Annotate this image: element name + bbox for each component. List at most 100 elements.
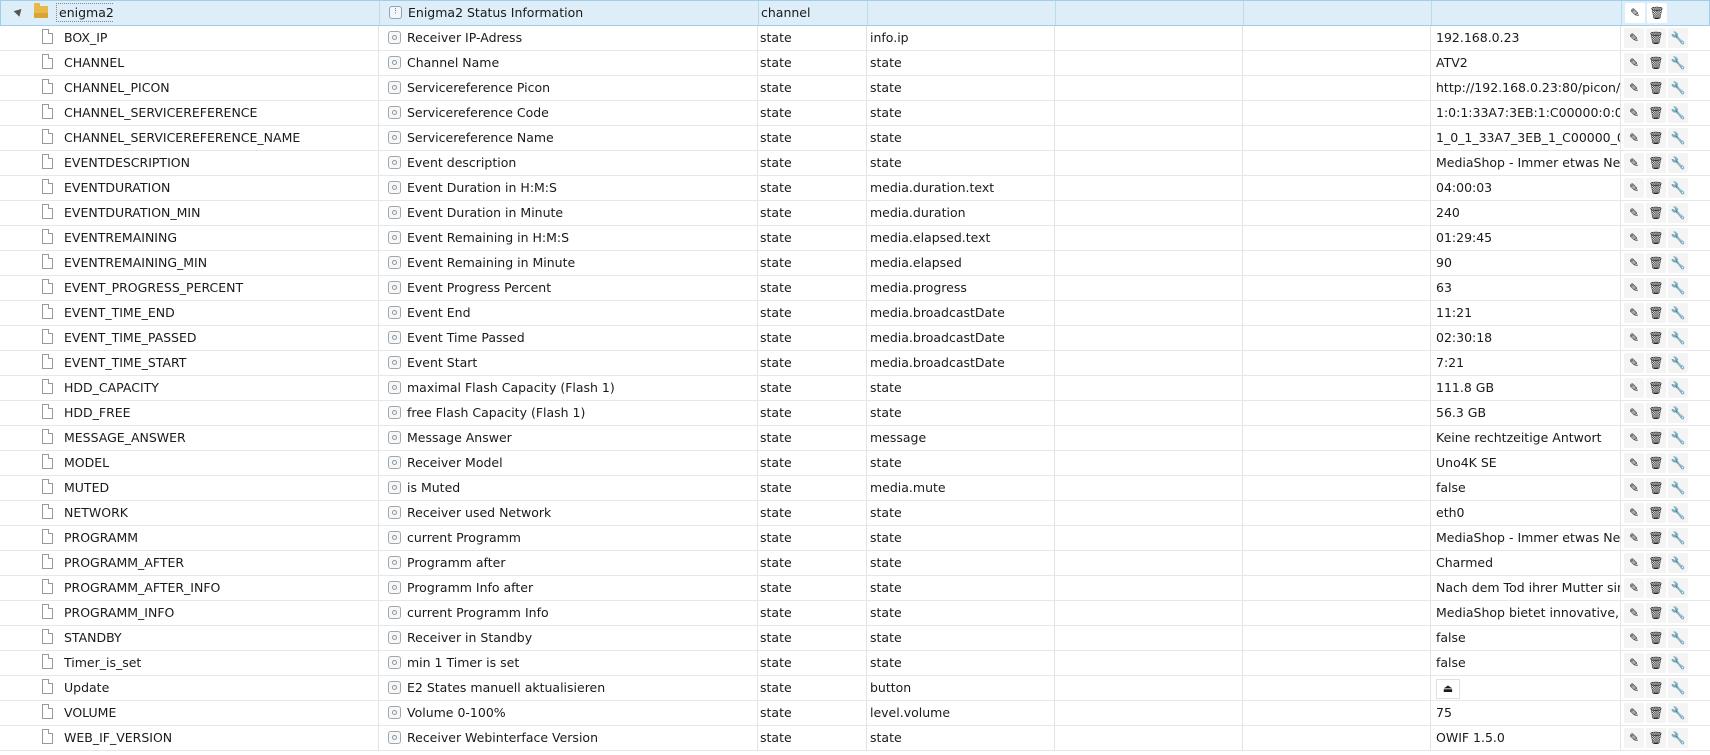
table-row[interactable]: Update E2 States manuell aktualisieren sta… bbox=[0, 676, 1710, 701]
object-id[interactable]: MUTED bbox=[64, 476, 376, 500]
delete-icon[interactable]: 🗑 bbox=[1646, 203, 1666, 223]
table-row[interactable]: EVENTDURATION_MIN Event Duration in Minut… bbox=[0, 201, 1710, 226]
edit-icon[interactable]: ✎ bbox=[1624, 303, 1644, 323]
edit-icon[interactable]: ✎ bbox=[1624, 153, 1644, 173]
channel-id[interactable]: enigma2 bbox=[56, 3, 113, 22]
edit-icon[interactable]: ✎ bbox=[1624, 53, 1644, 73]
edit-icon[interactable]: ✎ bbox=[1624, 453, 1644, 473]
edit-icon[interactable]: ✎ bbox=[1624, 603, 1644, 623]
table-row[interactable]: Timer_is_set min 1 Timer is set state state… bbox=[0, 651, 1710, 676]
table-row[interactable]: PROGRAMM current Programm state state MediaS… bbox=[0, 526, 1710, 551]
delete-icon[interactable]: 🗑 bbox=[1646, 253, 1666, 273]
edit-icon[interactable]: ✎ bbox=[1624, 703, 1644, 723]
settings-icon[interactable]: 🔧 bbox=[1668, 528, 1688, 548]
object-id[interactable]: MODEL bbox=[64, 451, 376, 475]
object-id[interactable]: PROGRAMM_AFTER bbox=[64, 551, 376, 575]
delete-icon[interactable]: 🗑 bbox=[1646, 728, 1666, 748]
object-id[interactable]: HDD_FREE bbox=[64, 401, 376, 425]
object-id[interactable]: BOX_IP bbox=[64, 26, 376, 50]
table-row[interactable]: MUTED is Muted state media.mute false ✎ 🗑 🔧 bbox=[0, 476, 1710, 501]
object-id[interactable]: STANDBY bbox=[64, 626, 376, 650]
object-id[interactable]: EVENTDESCRIPTION bbox=[64, 151, 376, 175]
table-row[interactable]: CHANNEL_PICON Servicereference Picon state… bbox=[0, 76, 1710, 101]
delete-icon[interactable]: 🗑 bbox=[1646, 278, 1666, 298]
settings-icon[interactable]: 🔧 bbox=[1668, 253, 1688, 273]
settings-icon[interactable]: 🔧 bbox=[1668, 78, 1688, 98]
edit-icon[interactable]: ✎ bbox=[1624, 203, 1644, 223]
settings-icon[interactable]: 🔧 bbox=[1668, 153, 1688, 173]
delete-icon[interactable]: 🗑 bbox=[1646, 78, 1666, 98]
edit-icon[interactable]: ✎ bbox=[1624, 28, 1644, 48]
delete-icon[interactable]: 🗑 bbox=[1647, 3, 1667, 23]
edit-icon[interactable]: ✎ bbox=[1624, 253, 1644, 273]
object-id[interactable]: Timer_is_set bbox=[64, 651, 376, 675]
delete-icon[interactable]: 🗑 bbox=[1646, 503, 1666, 523]
settings-icon[interactable]: 🔧 bbox=[1668, 403, 1688, 423]
edit-icon[interactable]: ✎ bbox=[1624, 578, 1644, 598]
table-row[interactable]: HDD_FREE free Flash Capacity (Flash 1) sta… bbox=[0, 401, 1710, 426]
edit-icon[interactable]: ✎ bbox=[1624, 128, 1644, 148]
table-row[interactable]: CHANNEL Channel Name state state ATV2 ✎ 🗑 🔧 bbox=[0, 51, 1710, 76]
object-id[interactable]: PROGRAMM bbox=[64, 526, 376, 550]
edit-icon[interactable]: ✎ bbox=[1624, 178, 1644, 198]
edit-icon[interactable]: ✎ bbox=[1624, 403, 1644, 423]
delete-icon[interactable]: 🗑 bbox=[1646, 703, 1666, 723]
table-row[interactable]: PROGRAMM_AFTER_INFO Programm Info after st… bbox=[0, 576, 1710, 601]
settings-icon[interactable]: 🔧 bbox=[1668, 428, 1688, 448]
table-row[interactable]: MODEL Receiver Model state state Uno4K SE ✎ 🗑 🔧 bbox=[0, 451, 1710, 476]
push-button-icon[interactable]: ⏏ bbox=[1436, 679, 1460, 699]
delete-icon[interactable]: 🗑 bbox=[1646, 153, 1666, 173]
edit-icon[interactable]: ✎ bbox=[1624, 653, 1644, 673]
table-row[interactable]: EVENT_TIME_END Event End state media.broadc… bbox=[0, 301, 1710, 326]
settings-icon[interactable]: 🔧 bbox=[1668, 53, 1688, 73]
settings-icon[interactable]: 🔧 bbox=[1668, 203, 1688, 223]
table-row[interactable]: PROGRAMM_INFO current Programm Info state s… bbox=[0, 601, 1710, 626]
channel-row-enigma2[interactable]: enigma2 ⁝ Enigma2 Status Information cha… bbox=[0, 0, 1710, 26]
settings-icon[interactable]: 🔧 bbox=[1668, 303, 1688, 323]
delete-icon[interactable]: 🗑 bbox=[1646, 403, 1666, 423]
edit-icon[interactable]: ✎ bbox=[1624, 78, 1644, 98]
edit-icon[interactable]: ✎ bbox=[1625, 3, 1645, 23]
table-row[interactable]: CHANNEL_SERVICEREFERENCE_NAME Servicerefe… bbox=[0, 126, 1710, 151]
collapse-arrow-icon[interactable] bbox=[13, 6, 25, 17]
object-id[interactable]: CHANNEL bbox=[64, 51, 376, 75]
object-id[interactable]: EVENTREMAINING_MIN bbox=[64, 251, 376, 275]
table-row[interactable]: CHANNEL_SERVICEREFERENCE Servicereference… bbox=[0, 101, 1710, 126]
object-id[interactable]: VOLUME bbox=[64, 701, 376, 725]
edit-icon[interactable]: ✎ bbox=[1624, 428, 1644, 448]
settings-icon[interactable]: 🔧 bbox=[1668, 328, 1688, 348]
delete-icon[interactable]: 🗑 bbox=[1646, 328, 1666, 348]
settings-icon[interactable]: 🔧 bbox=[1668, 603, 1688, 623]
table-row[interactable]: EVENT_TIME_START Event Start state media.br… bbox=[0, 351, 1710, 376]
delete-icon[interactable]: 🗑 bbox=[1646, 128, 1666, 148]
delete-icon[interactable]: 🗑 bbox=[1646, 103, 1666, 123]
delete-icon[interactable]: 🗑 bbox=[1646, 378, 1666, 398]
edit-icon[interactable]: ✎ bbox=[1624, 328, 1644, 348]
edit-icon[interactable]: ✎ bbox=[1624, 103, 1644, 123]
object-id[interactable]: EVENTDURATION bbox=[64, 176, 376, 200]
table-row[interactable]: EVENTDESCRIPTION Event description state st… bbox=[0, 151, 1710, 176]
settings-icon[interactable]: 🔧 bbox=[1668, 453, 1688, 473]
table-row[interactable]: PROGRAMM_AFTER Programm after state state Ch… bbox=[0, 551, 1710, 576]
settings-icon[interactable]: 🔧 bbox=[1668, 128, 1688, 148]
object-id[interactable]: CHANNEL_SERVICEREFERENCE_NAME bbox=[64, 126, 376, 150]
edit-icon[interactable]: ✎ bbox=[1624, 378, 1644, 398]
table-row[interactable]: HDD_CAPACITY maximal Flash Capacity (Flas… bbox=[0, 376, 1710, 401]
settings-icon[interactable]: 🔧 bbox=[1668, 703, 1688, 723]
edit-icon[interactable]: ✎ bbox=[1624, 478, 1644, 498]
settings-icon[interactable]: 🔧 bbox=[1668, 628, 1688, 648]
delete-icon[interactable]: 🗑 bbox=[1646, 228, 1666, 248]
table-row[interactable]: WEB_IF_VERSION Receiver Webinterface Vers… bbox=[0, 726, 1710, 751]
object-id[interactable]: PROGRAMM_AFTER_INFO bbox=[64, 576, 376, 600]
table-row[interactable]: EVENT_TIME_PASSED Event Time Passed state m… bbox=[0, 326, 1710, 351]
table-row[interactable]: EVENTREMAINING_MIN Event Remaining in Min… bbox=[0, 251, 1710, 276]
edit-icon[interactable]: ✎ bbox=[1624, 278, 1644, 298]
settings-icon[interactable]: 🔧 bbox=[1668, 178, 1688, 198]
object-id[interactable]: Update bbox=[64, 676, 376, 700]
delete-icon[interactable]: 🗑 bbox=[1646, 553, 1666, 573]
table-row[interactable]: MESSAGE_ANSWER Message Answer state message… bbox=[0, 426, 1710, 451]
edit-icon[interactable]: ✎ bbox=[1624, 628, 1644, 648]
table-row[interactable]: BOX_IP Receiver IP-Adress state info.ip 192.… bbox=[0, 26, 1710, 51]
delete-icon[interactable]: 🗑 bbox=[1646, 578, 1666, 598]
object-id[interactable]: EVENT_TIME_START bbox=[64, 351, 376, 375]
